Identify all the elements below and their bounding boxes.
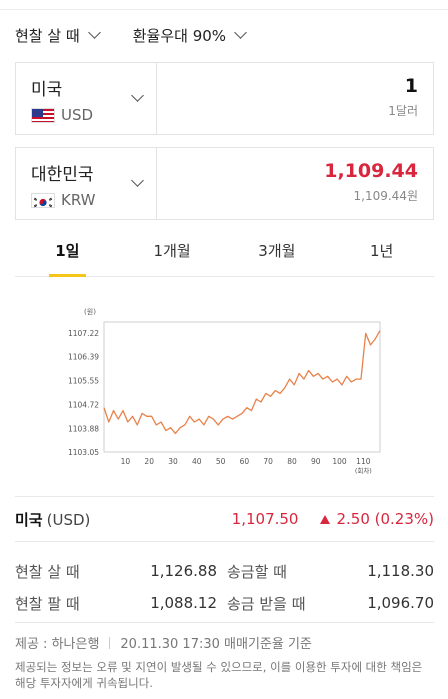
kr-flag-icon bbox=[31, 192, 55, 208]
cash-buy-label: 현찰 살 때 bbox=[15, 562, 80, 581]
to-currency-card: 대한민국 KRW 1,109.44 1,109.44원 bbox=[15, 147, 434, 220]
summary-change-value: 2.50 (0.23%) bbox=[336, 510, 434, 528]
x-tick-label: 30 bbox=[168, 457, 178, 466]
tab-1month[interactable]: 1개월 bbox=[120, 232, 225, 276]
provider-line: 제공 : 하나은행 20.11.30 17:30 매매기준율 기준 bbox=[15, 633, 434, 652]
x-tick-label: 90 bbox=[311, 457, 321, 466]
y-tick-label: 1105.55 bbox=[68, 377, 99, 386]
disclaimer-text: 제공되는 정보는 오류 및 지연이 발생될 수 있으므로, 이를 이용한 투자에… bbox=[15, 660, 423, 690]
x-tick-label: 40 bbox=[192, 457, 202, 466]
to-amount: 1,109.44 bbox=[324, 160, 418, 182]
rate-row: 현찰 팔 때 1,088.12 송금 받을 때 1,096.70 bbox=[15, 587, 434, 619]
x-tick-label: 110 bbox=[356, 457, 371, 466]
x-tick-label: 100 bbox=[332, 457, 347, 466]
discount-label: 환율우대 90% bbox=[132, 26, 227, 45]
from-currency-card: 미국 USD 1 1달러 bbox=[15, 62, 434, 135]
x-tick-label: 60 bbox=[240, 457, 250, 466]
tab-3month[interactable]: 3개월 bbox=[225, 232, 330, 276]
summary-currency: 미국 (USD) bbox=[15, 509, 90, 530]
cash-sell-label: 현찰 팔 때 bbox=[15, 594, 80, 613]
receive-label: 송금 받을 때 bbox=[227, 594, 306, 613]
y-tick-label: 1106.39 bbox=[68, 353, 99, 362]
from-code: USD bbox=[61, 106, 94, 124]
from-amount: 1 bbox=[404, 75, 418, 97]
cash-sell-value: 1,088.12 bbox=[150, 594, 217, 612]
cash-mode-dropdown[interactable]: 현찰 살 때 bbox=[15, 25, 101, 46]
to-amount-input[interactable]: 1,109.44 1,109.44원 bbox=[157, 148, 433, 219]
summary-country: 미국 bbox=[15, 510, 43, 529]
rate-summary: 미국 (USD) 1,107.50 2.50 (0.23%) bbox=[15, 496, 434, 542]
send-label: 송금할 때 bbox=[227, 562, 287, 581]
rate-details: 현찰 살 때 1,126.88 송금할 때 1,118.30 현찰 팔 때 1,… bbox=[15, 555, 434, 619]
rate-options-bar: 현찰 살 때 환율우대 90% bbox=[15, 22, 433, 48]
tab-1year[interactable]: 1년 bbox=[329, 232, 434, 276]
period-tabs: 1일 1개월 3개월 1년 bbox=[15, 232, 434, 277]
provider-text: 제공 : 하나은행 bbox=[15, 637, 100, 652]
y-tick-label: 1107.22 bbox=[68, 329, 99, 338]
x-tick-label: 70 bbox=[263, 457, 273, 466]
y-tick-label: 1103.05 bbox=[68, 448, 99, 457]
from-currency-select[interactable]: 미국 USD bbox=[16, 63, 157, 134]
discount-dropdown[interactable]: 환율우대 90% bbox=[132, 25, 247, 46]
x-tick-label: 10 bbox=[121, 457, 131, 466]
exchange-rate-chart: (원) 1107.22 1106.39 1105.55 1104.72 1103.88 11… bbox=[68, 307, 381, 475]
divider bbox=[109, 636, 111, 649]
receive-value: 1,096.70 bbox=[367, 594, 434, 612]
y-tick-label: 1104.72 bbox=[68, 400, 99, 409]
summary-change: 2.50 (0.23%) bbox=[320, 510, 434, 528]
chevron-down-icon bbox=[234, 26, 247, 39]
rate-row: 현찰 살 때 1,126.88 송금할 때 1,118.30 bbox=[15, 555, 434, 587]
y-tick-label: 1103.88 bbox=[68, 424, 99, 433]
from-amount-input[interactable]: 1 1달러 bbox=[157, 63, 433, 134]
summary-code: (USD) bbox=[46, 510, 91, 529]
send-value: 1,118.30 bbox=[367, 562, 434, 580]
to-currency-select[interactable]: 대한민국 KRW bbox=[16, 148, 157, 219]
x-tick-label: 80 bbox=[287, 457, 297, 466]
to-code: KRW bbox=[61, 191, 96, 209]
x-tick-label: 20 bbox=[144, 457, 154, 466]
y-axis-unit: (원) bbox=[84, 307, 96, 316]
cash-buy-value: 1,126.88 bbox=[150, 562, 217, 580]
timestamp-text: 20.11.30 17:30 매매기준율 기준 bbox=[120, 637, 312, 652]
x-tick-label: 50 bbox=[216, 457, 226, 466]
plot-frame bbox=[103, 321, 381, 453]
cash-mode-label: 현찰 살 때 bbox=[15, 26, 80, 45]
up-triangle-icon bbox=[320, 514, 331, 524]
top-divider bbox=[0, 0, 448, 10]
us-flag-icon bbox=[31, 107, 55, 123]
to-amount-text: 1,109.44원 bbox=[353, 189, 418, 203]
from-amount-text: 1달러 bbox=[388, 104, 418, 118]
chevron-down-icon bbox=[87, 26, 101, 39]
footer: 제공 : 하나은행 20.11.30 17:30 매매기준율 기준 제공되는 정… bbox=[15, 622, 434, 691]
tab-1day[interactable]: 1일 bbox=[15, 232, 120, 277]
summary-price: 1,107.50 bbox=[231, 510, 299, 528]
x-axis-unit: (회차) bbox=[355, 466, 372, 475]
